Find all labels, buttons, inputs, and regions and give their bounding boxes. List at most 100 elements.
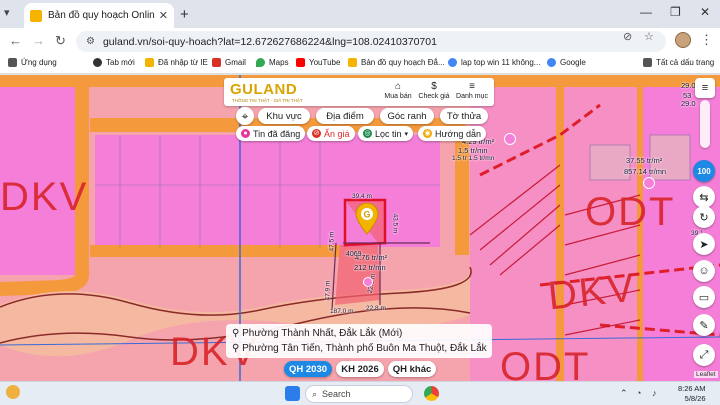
clock-time: 8:26 AM <box>678 384 706 393</box>
filter-listings[interactable]: ◎ Lọc tin ▾ <box>358 126 414 141</box>
tab-search-icon[interactable]: ▾ <box>4 6 10 19</box>
weather-icon[interactable] <box>6 385 20 399</box>
hamburger-icon: ≡ <box>469 81 475 92</box>
chevron-up-icon[interactable]: ⌃ <box>620 388 628 399</box>
browser-menu-icon[interactable]: ⋮ <box>700 32 713 48</box>
reload-icon[interactable]: ↻ <box>55 33 66 49</box>
taskbar-search[interactable]: ⌕ Search <box>305 385 413 403</box>
close-tab-icon[interactable]: ✕ <box>159 9 168 22</box>
price-label[interactable]: 29.0 <box>681 99 696 108</box>
network-icon[interactable]: ◔ <box>636 388 641 398</box>
address-line: ⚲ Phường Thành Nhất, Đắk Lắk (Mới) <box>232 326 486 341</box>
dimension-label: 43.5 m <box>391 213 399 234</box>
filter-icon: ◎ <box>363 129 372 138</box>
locate-me-button[interactable]: ⌖ <box>236 107 254 125</box>
price-label[interactable]: 212 tr/mn <box>354 263 386 272</box>
profile-avatar[interactable] <box>675 32 691 48</box>
zoom-level-badge[interactable]: 100 <box>693 160 715 182</box>
guide-button[interactable]: ◉ Hướng dẫn <box>418 126 486 141</box>
bookmark-guland[interactable]: Bản đồ quy hoạch Đắ... <box>348 58 445 67</box>
address-bar[interactable]: ⚙ guland.vn/soi-quy-hoach?lat=12.6726276… <box>76 31 666 52</box>
tab-qh-khac[interactable]: QH khác <box>388 361 436 377</box>
refresh-map-button[interactable]: ↻ <box>693 206 715 228</box>
bookmark-label: Maps <box>269 58 289 67</box>
bookmark-label: YouTube <box>309 58 341 67</box>
location-pin-icon[interactable]: G <box>354 203 380 235</box>
forward-icon[interactable]: → <box>32 33 45 48</box>
measure-button[interactable]: ▭ <box>693 286 715 308</box>
tab-goc-ranh[interactable]: Góc ranh <box>380 108 434 124</box>
bookmark-maps[interactable]: Maps <box>256 58 289 67</box>
chrome-taskbar-icon[interactable] <box>424 386 439 401</box>
bookmark-laptop[interactable]: lap top win 11 không... <box>448 58 540 67</box>
youtube-icon <box>296 58 305 67</box>
tab-qh-2030[interactable]: QH 2030 <box>284 361 332 377</box>
address-card: ⚲ Phường Thành Nhất, Đắk Lắk (Mới) ⚲ Phư… <box>226 324 492 358</box>
layers-button[interactable]: ≡ <box>695 78 715 98</box>
tab-to-thua[interactable]: Tờ thửa <box>440 108 488 124</box>
draw-button[interactable]: ✎ <box>693 314 715 336</box>
bookmark-ie[interactable]: Đã nhập từ IE <box>145 58 208 67</box>
price-label[interactable]: 1.5 tr/mn <box>458 146 488 155</box>
price-label[interactable]: 857.14 tr/mn <box>624 167 666 176</box>
leaflet-attribution[interactable]: Leaflet <box>694 371 718 378</box>
expand-icon: ⤢ <box>699 348 709 361</box>
restore-icon[interactable]: ❐ <box>670 5 681 19</box>
guland-logo[interactable]: GULAND <box>230 81 297 98</box>
close-window-icon[interactable]: ✕ <box>700 5 710 19</box>
browser-tab[interactable]: Bản đồ quy hoạch Online trực tuyế ✕ <box>24 3 174 28</box>
tab-dia-diem[interactable]: Địa điểm <box>316 108 374 124</box>
price-label[interactable]: 1.5 tr 1.5 tr/mn <box>452 155 494 162</box>
filter-posted-listings[interactable]: ● Tin đã đăng <box>236 126 306 141</box>
gmail-icon <box>212 58 221 67</box>
house-icon: ⌂ <box>394 81 402 92</box>
filter-hide-price[interactable]: ⊘ Ẩn giá <box>307 126 355 141</box>
filter-label: Tin đã đăng <box>253 128 301 139</box>
search-icon: ⌕ <box>312 388 318 399</box>
bookmark-star-icon[interactable]: ☆ <box>644 30 654 43</box>
dimension-label: 187.0 m <box>330 308 354 315</box>
bookmark-all[interactable]: Tất cả dấu trang <box>643 58 714 67</box>
site-info-icon[interactable]: ⚙ <box>86 36 95 47</box>
street-view-button[interactable]: ☺ <box>693 260 715 282</box>
minimize-icon[interactable]: — <box>640 5 652 19</box>
bookmark-label: Google <box>560 58 586 67</box>
tab-kh-2026[interactable]: KH 2026 <box>336 361 384 377</box>
check-price-button[interactable]: $ Check giá <box>416 81 452 100</box>
bookmark-apps[interactable]: Ứng dụng <box>8 58 57 67</box>
listing-marker-icon[interactable] <box>504 133 516 145</box>
svg-text:G: G <box>363 210 370 220</box>
bookmark-new-tab[interactable]: Tab mới <box>93 58 135 67</box>
listing-marker-icon[interactable] <box>363 277 373 287</box>
dollar-icon: $ <box>431 81 437 92</box>
maps-pin-icon <box>256 58 265 67</box>
filter-label: Hướng dẫn <box>435 128 481 139</box>
tab-strip: ▾ Bản đồ quy hoạch Online trực tuyế ✕ + … <box>0 0 720 28</box>
listing-marker-icon[interactable] <box>643 177 655 189</box>
price-label[interactable]: 29.0 <box>681 81 696 90</box>
volume-icon[interactable]: ♪ <box>652 388 657 398</box>
opacity-slider[interactable] <box>700 100 710 148</box>
navigate-button[interactable]: ➤ <box>693 233 715 255</box>
eye-off-icon[interactable]: ⊘ <box>623 30 632 43</box>
share-button[interactable]: ⇆ <box>693 186 715 208</box>
windows-start-icon[interactable] <box>285 386 300 401</box>
buy-sell-button[interactable]: ⌂ Mua bán <box>380 81 416 100</box>
action-label: Mua bán <box>384 93 412 100</box>
folder-icon <box>145 58 154 67</box>
price-label[interactable]: 37.55 tr/m² <box>626 156 662 165</box>
browser-toolbar: ← → ↻ ⚙ guland.vn/soi-quy-hoach?lat=12.6… <box>0 28 720 54</box>
filter-label: Ẩn giá <box>324 128 350 139</box>
bookmark-youtube[interactable]: YouTube <box>296 58 340 67</box>
back-icon[interactable]: ← <box>9 33 22 48</box>
bookmark-google[interactable]: Google <box>547 58 586 67</box>
taskbar-clock[interactable]: 8:26 AM 5/8/26 <box>678 384 706 404</box>
new-tab-button[interactable]: + <box>180 6 189 23</box>
fullscreen-button[interactable]: ⤢ <box>693 344 715 366</box>
menu-button[interactable]: ≡ Danh mục <box>454 81 490 100</box>
tab-khu-vuc[interactable]: Khu vực <box>258 108 310 124</box>
apps-grid-icon <box>8 58 17 67</box>
guland-favicon-icon <box>348 58 357 67</box>
action-label: Check giá <box>418 93 450 100</box>
bookmark-gmail[interactable]: Gmail <box>212 58 246 67</box>
